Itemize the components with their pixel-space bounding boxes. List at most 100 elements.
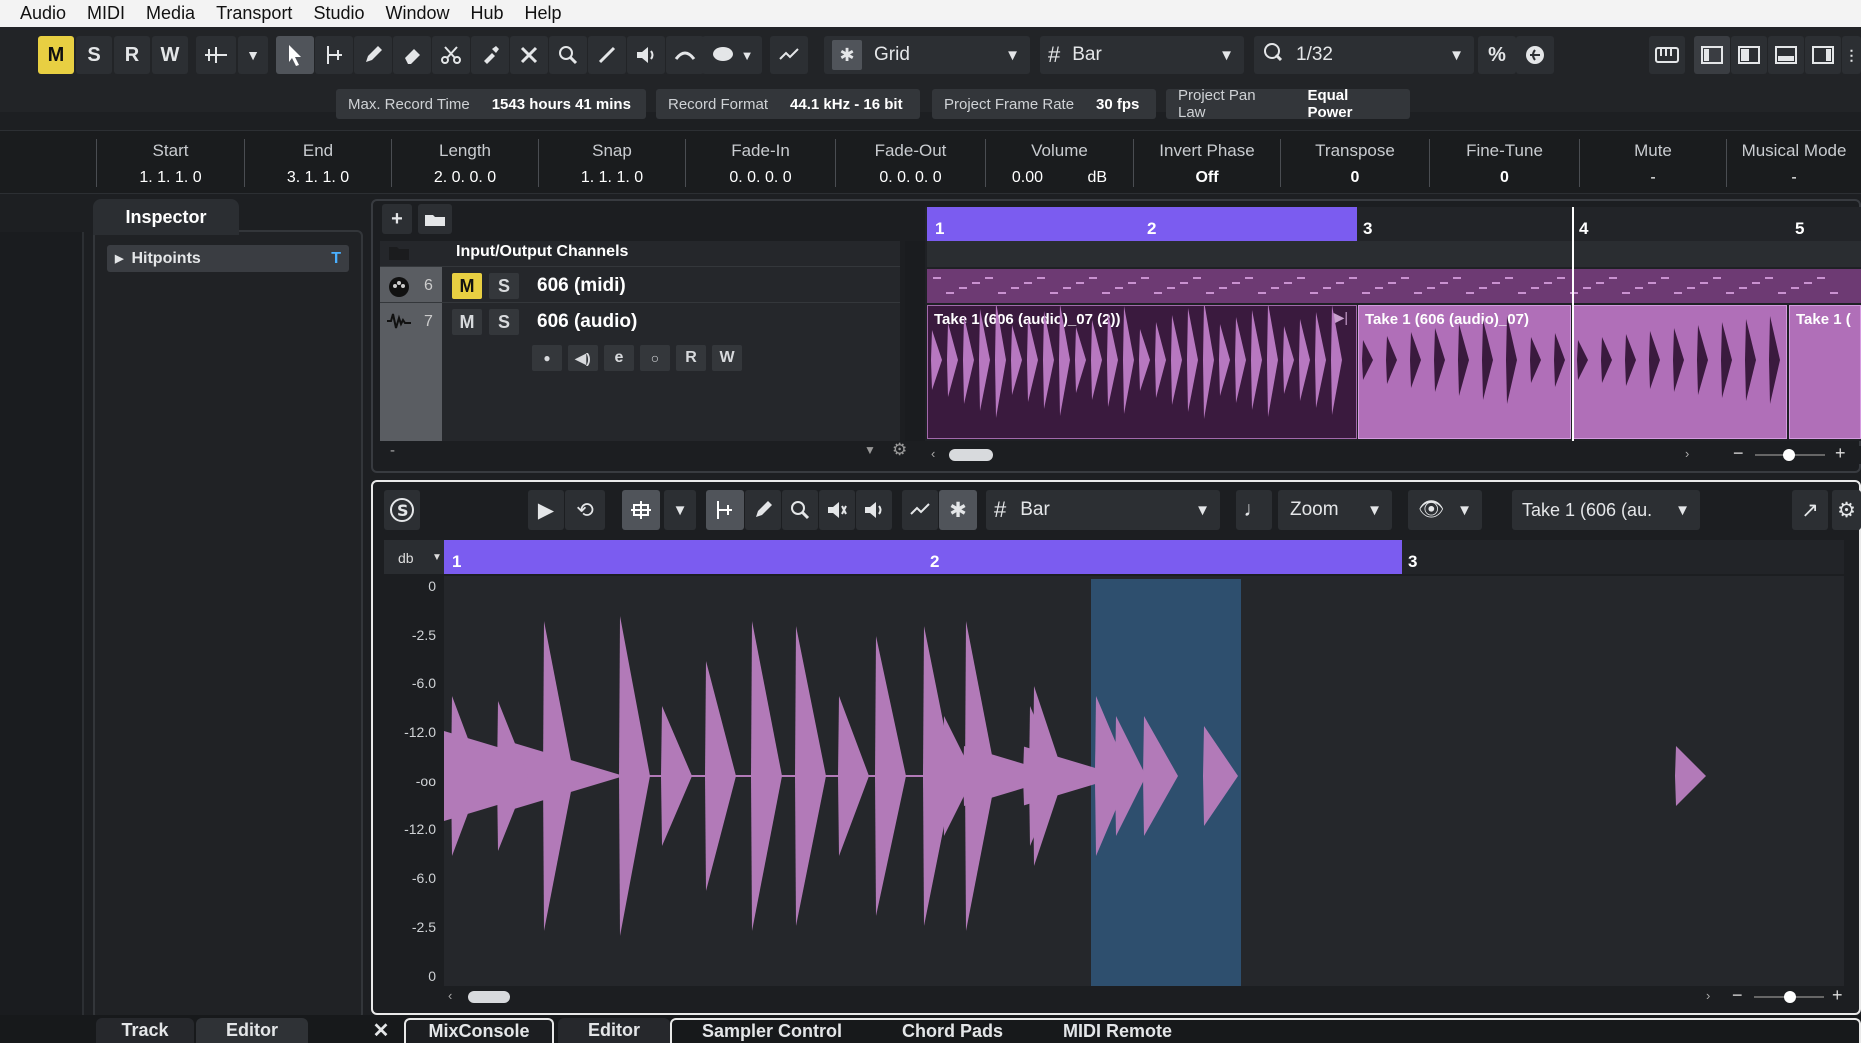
project-zone-icon[interactable] bbox=[1731, 36, 1767, 74]
draw-tool-icon[interactable] bbox=[354, 36, 392, 74]
tab-editor[interactable]: Editor bbox=[558, 1018, 670, 1043]
write-automation-button[interactable]: W bbox=[712, 345, 742, 371]
info-start[interactable]: Start 1. 1. 1. 0 bbox=[96, 139, 244, 187]
erase-tool-icon[interactable] bbox=[393, 36, 431, 74]
zoom-slider-knob[interactable] bbox=[1783, 449, 1795, 461]
menu-studio[interactable]: Studio bbox=[313, 3, 364, 24]
info-volume[interactable]: Volume 0.00 dB bbox=[985, 139, 1133, 187]
waveform-display[interactable] bbox=[444, 576, 1844, 986]
menu-audio[interactable]: Audio bbox=[20, 3, 66, 24]
menu-help[interactable]: Help bbox=[525, 3, 562, 24]
line-tool-icon[interactable] bbox=[588, 36, 626, 74]
info-end[interactable]: End 3. 1. 1. 0 bbox=[244, 139, 391, 187]
add-track-icon[interactable]: + bbox=[382, 204, 412, 234]
menu-hub[interactable]: Hub bbox=[471, 3, 504, 24]
lower-zone-icon[interactable] bbox=[1768, 36, 1804, 74]
glue-tool-icon[interactable] bbox=[471, 36, 509, 74]
write-button[interactable]: W bbox=[152, 36, 188, 74]
track-mute-button[interactable]: M bbox=[452, 309, 482, 335]
track-name[interactable]: 606 (audio) bbox=[537, 311, 637, 333]
freeze-icon[interactable]: ○ bbox=[640, 345, 670, 371]
menu-transport[interactable]: Transport bbox=[216, 3, 292, 24]
track-row-folder[interactable]: Input/Output Channels bbox=[380, 241, 900, 267]
monitor-icon[interactable]: ◀) bbox=[568, 345, 598, 371]
hitpoints-section[interactable]: ▶ Hitpoints T bbox=[107, 245, 349, 272]
info-musical-mode[interactable]: Musical Mode - bbox=[1726, 139, 1861, 187]
chevron-left-icon[interactable]: ‹ bbox=[448, 988, 452, 1003]
track-preset-icon[interactable] bbox=[418, 204, 452, 234]
project-ruler[interactable]: 1 2 3 4 5 bbox=[925, 207, 1861, 241]
warp-tool-icon[interactable] bbox=[666, 36, 704, 74]
zoom-out-icon[interactable]: − bbox=[1733, 443, 1744, 464]
track-row-606-midi[interactable]: 6 M S 606 (midi) bbox=[380, 269, 900, 303]
menu-window[interactable]: Window bbox=[385, 3, 449, 24]
range-tool-icon[interactable] bbox=[315, 36, 353, 74]
track-row-606-audio[interactable]: 7 M S 606 (audio) ● ◀) e ○ R W bbox=[380, 305, 900, 441]
audio-event-3[interactable] bbox=[1573, 305, 1787, 439]
mute-tool-icon[interactable] bbox=[510, 36, 548, 74]
info-length[interactable]: Length 2. 0. 0. 0 bbox=[391, 139, 538, 187]
more-icon[interactable]: ⋮ bbox=[1842, 36, 1861, 74]
musical-mode-icon[interactable]: ♩ bbox=[1236, 490, 1272, 530]
chevron-down-icon[interactable]: ▼ bbox=[864, 443, 876, 457]
tab-chord-pads[interactable]: Chord Pads bbox=[902, 1021, 1003, 1042]
right-zone-icon[interactable] bbox=[1805, 36, 1841, 74]
range-selection-icon[interactable] bbox=[622, 490, 660, 530]
track-name[interactable]: 606 (midi) bbox=[537, 275, 626, 297]
zoom-tool-icon[interactable] bbox=[549, 36, 587, 74]
split-tool-icon[interactable] bbox=[432, 36, 470, 74]
splitter[interactable] bbox=[905, 241, 925, 441]
clip-select[interactable]: Take 1 (606 (au. ▼ bbox=[1512, 490, 1700, 530]
quantize-select[interactable]: 1/32 ▼ bbox=[1254, 36, 1474, 74]
info-fade-out[interactable]: Fade-Out 0. 0. 0. 0 bbox=[835, 139, 985, 187]
info-snap[interactable]: Snap 1. 1. 1. 0 bbox=[538, 139, 685, 187]
horizontal-scrollbar[interactable]: ‹ › − + bbox=[925, 443, 1861, 464]
chevron-down-icon[interactable]: ▼ bbox=[238, 36, 268, 74]
gear-icon[interactable]: ⚙ bbox=[1832, 490, 1861, 530]
chevron-right-icon[interactable]: › bbox=[1706, 988, 1710, 1003]
snap-icon[interactable]: ✱ bbox=[939, 490, 977, 530]
visibility-select[interactable]: 👁 ▼ bbox=[1408, 490, 1482, 530]
editor-ruler[interactable]: 1 2 3 bbox=[444, 540, 1844, 574]
tab-inspector[interactable]: Inspector bbox=[93, 199, 239, 235]
editor-grid-select[interactable]: # Bar ▼ bbox=[986, 490, 1220, 530]
track-solo-button[interactable]: S bbox=[489, 309, 519, 335]
chevron-left-icon[interactable]: ‹ bbox=[931, 446, 935, 461]
iterative-quantize-icon[interactable]: % bbox=[1478, 36, 1516, 74]
scrub-tool-icon[interactable] bbox=[856, 490, 892, 530]
open-external-icon[interactable]: ↗ bbox=[1792, 490, 1828, 530]
project-pan-law[interactable]: Project Pan Law Equal Power bbox=[1166, 87, 1410, 121]
close-icon[interactable]: ✕ bbox=[366, 1018, 396, 1043]
apply-quantize-icon[interactable] bbox=[1516, 36, 1554, 74]
midi-part[interactable] bbox=[927, 269, 1861, 303]
info-fade-in[interactable]: Fade-In 0. 0. 0. 0 bbox=[685, 139, 835, 187]
tab-midi-remote[interactable]: MIDI Remote bbox=[1063, 1021, 1172, 1042]
track-solo-button[interactable]: S bbox=[489, 273, 519, 299]
menu-media[interactable]: Media bbox=[146, 3, 195, 24]
info-fine-tune[interactable]: Fine-Tune 0 bbox=[1429, 139, 1579, 187]
zoom-in-icon[interactable]: + bbox=[1835, 443, 1846, 464]
zoom-select[interactable]: Zoom ▼ bbox=[1278, 490, 1392, 530]
zoom-in-icon[interactable]: + bbox=[1832, 985, 1843, 1006]
playhead-cursor[interactable] bbox=[1572, 207, 1574, 441]
info-invert-phase[interactable]: Invert Phase Off bbox=[1133, 139, 1280, 187]
loop-icon[interactable]: ⟲ bbox=[565, 490, 605, 530]
autoscroll-icon[interactable] bbox=[902, 490, 938, 530]
read-automation-button[interactable]: R bbox=[676, 345, 706, 371]
play-tool-icon[interactable] bbox=[627, 36, 665, 74]
editor-scrollbar[interactable]: ‹ › − + bbox=[444, 985, 1844, 1006]
scrollbar-thumb[interactable] bbox=[468, 991, 510, 1003]
select-tool-icon[interactable] bbox=[706, 490, 744, 530]
info-transpose[interactable]: Transpose 0 bbox=[1280, 139, 1429, 187]
record-format[interactable]: Record Format 44.1 kHz - 16 bit bbox=[656, 89, 920, 119]
audio-event-2[interactable]: Take 1 (606 (audio)_07) bbox=[1358, 305, 1571, 439]
play-icon[interactable]: ▶ bbox=[528, 490, 564, 530]
event-range[interactable] bbox=[444, 540, 1402, 574]
cycle-range[interactable] bbox=[927, 207, 1357, 241]
zoom-tool-icon[interactable] bbox=[782, 490, 818, 530]
read-button[interactable]: R bbox=[114, 36, 150, 74]
grid-type-select[interactable]: # Bar ▼ bbox=[1040, 36, 1244, 74]
pencil-tool-icon[interactable] bbox=[745, 490, 781, 530]
scrollbar-thumb[interactable] bbox=[949, 449, 993, 461]
tab-track[interactable]: Track bbox=[96, 1018, 194, 1043]
